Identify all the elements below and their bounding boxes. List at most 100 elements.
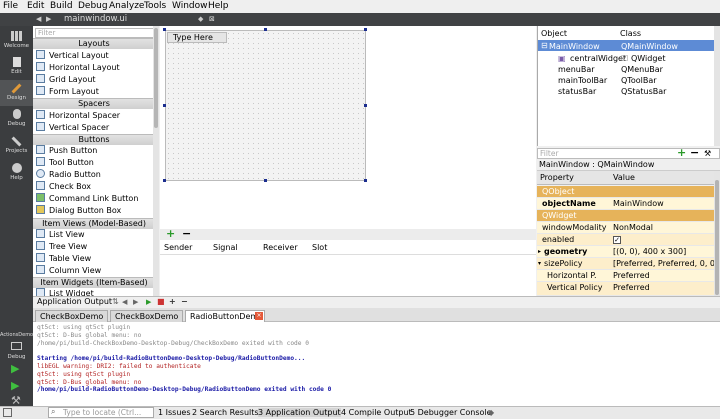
menu-analyze[interactable]: Analyze <box>109 1 144 11</box>
selection-handle[interactable] <box>163 104 166 107</box>
property-tools-icon[interactable]: ⚒ <box>704 149 711 158</box>
output-tab[interactable]: CheckBoxDemo <box>35 310 108 322</box>
selection-handle[interactable] <box>364 104 367 107</box>
category-spacers[interactable]: Spacers <box>33 98 155 109</box>
pane-issues[interactable]: 1 Issues <box>158 408 191 417</box>
menu-debug[interactable]: Debug <box>78 1 108 11</box>
expand-arrow-icon[interactable]: ▸ <box>538 246 541 257</box>
property-value[interactable]: NonModal <box>613 222 653 233</box>
property-value[interactable]: Preferred <box>613 282 650 294</box>
widget-item[interactable]: Command Link Button <box>36 193 138 205</box>
mode-edit[interactable]: Edit <box>0 54 33 80</box>
pane-search-results[interactable]: 2 Search Results <box>192 408 259 417</box>
property-value[interactable]: MainWindow <box>613 198 664 209</box>
column-signal[interactable]: Signal <box>213 243 238 252</box>
zoom-in-icon[interactable]: + <box>169 297 176 306</box>
widget-item[interactable]: Dialog Button Box <box>36 205 121 217</box>
previous-icon[interactable]: ◀ <box>122 298 127 306</box>
menu-tools[interactable]: Tools <box>144 1 166 11</box>
property-value[interactable]: [(0, 0), 400 x 300] <box>613 246 686 257</box>
group-qobject[interactable]: QObject <box>537 186 715 198</box>
widget-item[interactable]: Grid Layout <box>36 74 96 86</box>
property-filter-input[interactable]: Filter + − ⚒ <box>537 147 720 159</box>
selection-handle[interactable] <box>364 28 367 31</box>
mode-debug[interactable]: Debug <box>0 106 33 132</box>
column-value[interactable]: Value <box>613 173 635 182</box>
widget-item[interactable]: Tree View <box>36 241 87 253</box>
column-slot[interactable]: Slot <box>312 243 327 252</box>
category-buttons[interactable]: Buttons <box>33 134 155 145</box>
property-windowmodality[interactable]: windowModality NonModal <box>537 222 715 234</box>
pane-compile-output[interactable]: 4 Compile Output <box>341 408 412 417</box>
selection-handle[interactable] <box>264 179 267 182</box>
run-icon[interactable]: ▶ <box>11 362 19 375</box>
widget-item[interactable]: List View <box>36 229 85 241</box>
close-document-icon[interactable]: ⊠ <box>209 15 215 23</box>
pane-debugger-console[interactable]: 5 Debugger Console <box>410 408 492 417</box>
next-icon[interactable]: ▶ <box>133 298 138 306</box>
category-item-views[interactable]: Item Views (Model-Based) <box>33 218 155 229</box>
menu-file[interactable]: File <box>3 1 18 11</box>
category-layouts[interactable]: Layouts <box>33 38 155 49</box>
group-qwidget[interactable]: QWidget <box>537 210 715 222</box>
property-vertical-policy[interactable]: Vertical Policy Preferred <box>537 282 715 296</box>
property-value[interactable]: [Preferred, Preferred, 0, 0] <box>613 258 715 269</box>
remove-property-icon[interactable]: − <box>690 147 699 158</box>
back-arrow-icon[interactable]: ◀ <box>36 15 41 23</box>
mode-design[interactable]: Design <box>0 80 33 106</box>
widget-item[interactable]: Vertical Spacer <box>36 122 109 134</box>
menu-type-here[interactable]: Type Here <box>167 32 227 43</box>
widget-item[interactable]: Table View <box>36 253 91 265</box>
menu-help[interactable]: Help <box>208 1 229 11</box>
widget-item[interactable]: Push Button <box>36 145 97 157</box>
more-panes-icon[interactable]: ◆ <box>488 408 494 417</box>
remove-connection-icon[interactable]: − <box>182 228 191 239</box>
column-class[interactable]: Class <box>620 29 641 38</box>
object-menubar[interactable]: menuBar <box>558 65 595 74</box>
object-inspector-scrollbar[interactable] <box>714 26 720 146</box>
output-tab[interactable]: CheckBoxDemo <box>110 310 183 322</box>
column-receiver[interactable]: Receiver <box>263 243 298 252</box>
selection-handle[interactable] <box>163 179 166 182</box>
property-objectname[interactable]: objectName MainWindow <box>537 198 715 210</box>
widget-item[interactable]: Radio Button <box>36 169 101 181</box>
zoom-out-icon[interactable]: − <box>181 297 188 306</box>
selection-handle[interactable] <box>364 179 367 182</box>
object-maintoolbar[interactable]: mainToolBar <box>558 76 607 85</box>
column-property[interactable]: Property <box>540 173 574 182</box>
enabled-checkbox[interactable]: ✓ <box>613 236 621 244</box>
output-tab-active[interactable]: RadioButtonDemo × <box>185 310 265 322</box>
menu-edit[interactable]: Edit <box>27 1 44 11</box>
property-value[interactable]: Preferred <box>613 270 650 281</box>
split-icon[interactable]: ⇅ <box>112 297 119 306</box>
object-statusbar[interactable]: statusBar <box>558 87 596 96</box>
menu-window[interactable]: Window <box>172 1 208 11</box>
output-text[interactable]: qt5ct: using qt5ct plugin qt5ct: D-Bus g… <box>33 322 720 406</box>
mode-welcome[interactable]: Welcome <box>0 28 33 54</box>
locator-input[interactable]: ⌕ Type to locate (Ctrl... <box>48 407 154 418</box>
widget-item[interactable]: Vertical Layout <box>36 50 109 62</box>
property-enabled[interactable]: enabled ✓ <box>537 234 715 246</box>
column-sender[interactable]: Sender <box>164 243 192 252</box>
tree-collapse-icon[interactable]: ⊟ <box>541 41 548 50</box>
stop-icon[interactable]: ■ <box>157 297 165 306</box>
widget-item[interactable]: Horizontal Layout <box>36 62 120 74</box>
widget-item[interactable]: Check Box <box>36 181 91 193</box>
widget-item[interactable]: Tool Button <box>36 157 94 169</box>
forward-arrow-icon[interactable]: ▶ <box>46 15 51 23</box>
widget-item[interactable]: Column View <box>36 265 101 277</box>
property-scroll-thumb[interactable] <box>715 180 719 295</box>
column-object[interactable]: Object <box>541 29 567 38</box>
property-geometry[interactable]: ▸ geometry [(0, 0), 400 x 300] <box>537 246 715 258</box>
mode-projects[interactable]: Projects <box>0 133 33 159</box>
document-dropdown-icon[interactable]: ◆ <box>198 15 203 23</box>
form-mainwindow[interactable] <box>165 30 366 181</box>
sidebar-toggle-icon[interactable] <box>3 408 12 417</box>
mode-help[interactable]: Help <box>0 160 33 186</box>
pane-application-output[interactable]: 3 Application Output <box>258 408 341 417</box>
menu-build[interactable]: Build <box>50 1 73 11</box>
selection-handle[interactable] <box>264 28 267 31</box>
property-sizepolicy[interactable]: ▾ sizePolicy [Preferred, Preferred, 0, 0] <box>537 258 715 270</box>
widget-item[interactable]: Horizontal Spacer <box>36 110 120 122</box>
widget-box-scroll-thumb[interactable] <box>154 28 158 128</box>
